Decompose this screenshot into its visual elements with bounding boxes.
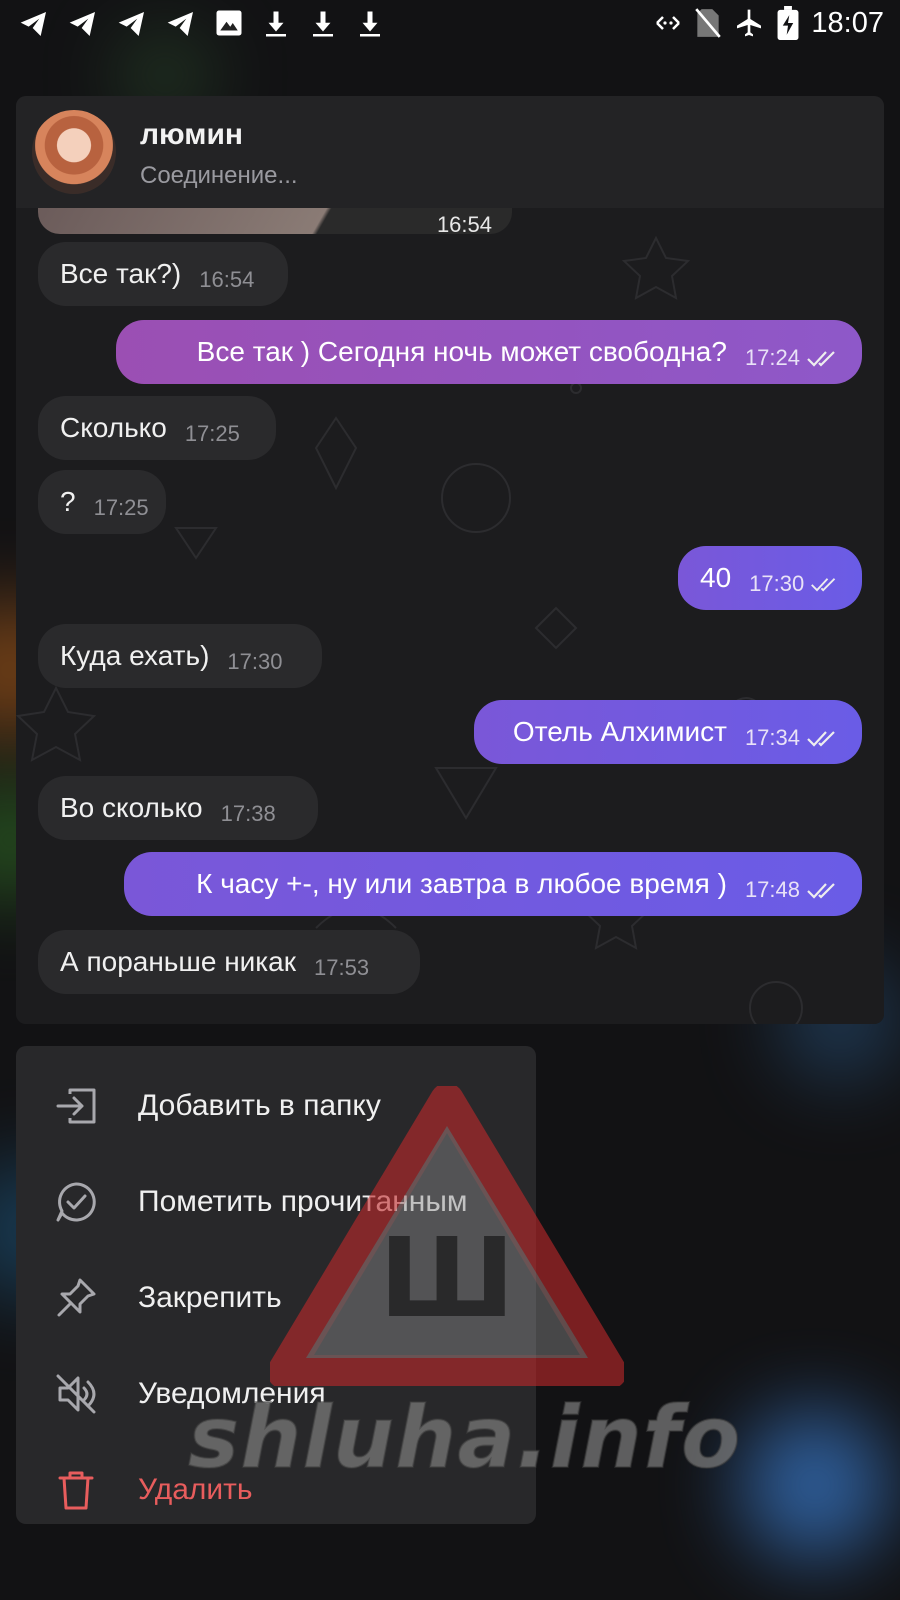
mark-read-icon — [56, 1182, 96, 1222]
message-time: 17:25 — [184, 421, 240, 446]
image-icon — [216, 10, 242, 36]
watermark-symbol: Ш — [379, 1214, 515, 1342]
incoming-message[interactable]: ? 17:25 — [38, 470, 166, 534]
incoming-message[interactable]: Все так?) 16:54 — [38, 242, 288, 306]
notification-icons — [18, 8, 385, 40]
incoming-message[interactable]: Куда ехать) 17:30 — [38, 624, 322, 688]
download-icon — [313, 11, 333, 37]
download-icon — [360, 11, 380, 37]
message-text: ? — [60, 486, 76, 517]
chat-preview[interactable]: люмин Соединение... 16:54 Все так?) 16:5… — [16, 96, 884, 1024]
mute-icon — [56, 1374, 96, 1414]
message-text: Куда ехать) — [60, 640, 210, 671]
message-text: Сколько — [60, 412, 167, 443]
system-icons: 18:07 — [653, 6, 884, 40]
download-icon — [266, 11, 286, 37]
message-time: 17:53 — [314, 955, 370, 980]
telegram-icon — [20, 12, 46, 36]
message-time: 17:38 — [220, 801, 276, 826]
chat-header: люмин Соединение... — [16, 96, 884, 208]
airplane-mode-icon — [737, 9, 762, 37]
incoming-message[interactable]: А пораньше никак 17:53 — [38, 930, 420, 994]
status-bar: 18:07 — [0, 0, 900, 50]
message-text: К часу +-, ну или завтра в любое время ) — [196, 868, 727, 899]
message-time: 16:54 — [436, 212, 492, 237]
read-checkmarks-icon — [807, 731, 835, 747]
message-time: 17:24 — [744, 345, 800, 370]
message-time: 17:30 — [749, 571, 805, 596]
message-time: 16:54 — [199, 267, 255, 292]
data-transfer-icon — [656, 16, 681, 30]
message-text: 40 — [700, 562, 732, 593]
outgoing-message[interactable]: 40 17:30 — [678, 546, 862, 610]
battery-charging-icon — [777, 6, 799, 40]
message-text: Все так?) — [60, 258, 182, 289]
chat-title: люмин — [140, 118, 244, 151]
message-time: 17:30 — [227, 649, 283, 674]
telegram-icon — [118, 12, 144, 36]
telegram-icon — [167, 12, 193, 36]
incoming-message[interactable]: Сколько 17:25 — [38, 396, 276, 460]
message-time: 17:34 — [744, 725, 800, 750]
move-to-folder-icon — [56, 1088, 96, 1124]
read-checkmarks-icon — [811, 578, 836, 592]
read-checkmarks-icon — [807, 883, 835, 899]
outgoing-message[interactable]: Отель Алхимист 17:34 — [474, 700, 862, 764]
message-text: Все так ) Сегодня ночь может свободна? — [196, 336, 727, 367]
pin-icon — [57, 1278, 96, 1317]
message-time: 17:48 — [744, 877, 800, 902]
incoming-message[interactable]: Во сколько 17:38 — [38, 776, 318, 840]
read-checkmarks-icon — [807, 351, 835, 367]
message-text: Во сколько — [60, 792, 203, 823]
outgoing-message[interactable]: Все так ) Сегодня ночь может свободна? 17… — [116, 320, 862, 384]
outgoing-message[interactable]: К часу +-, ну или завтра в любое время )… — [124, 852, 862, 916]
watermark-text: shluha.info — [187, 1387, 742, 1489]
no-sim-icon — [695, 8, 722, 38]
avatar — [32, 110, 116, 194]
clock: 18:07 — [811, 6, 884, 39]
message-text: А пораньше никак — [60, 946, 296, 977]
menu-label: Закрепить — [138, 1281, 282, 1314]
watermark-logo: Ш — [270, 1086, 624, 1386]
message-text: Отель Алхимист — [512, 716, 727, 747]
telegram-icon — [69, 12, 95, 36]
message-time: 17:25 — [93, 495, 149, 520]
chat-status: Соединение... — [140, 162, 298, 189]
trash-icon — [58, 1471, 94, 1510]
